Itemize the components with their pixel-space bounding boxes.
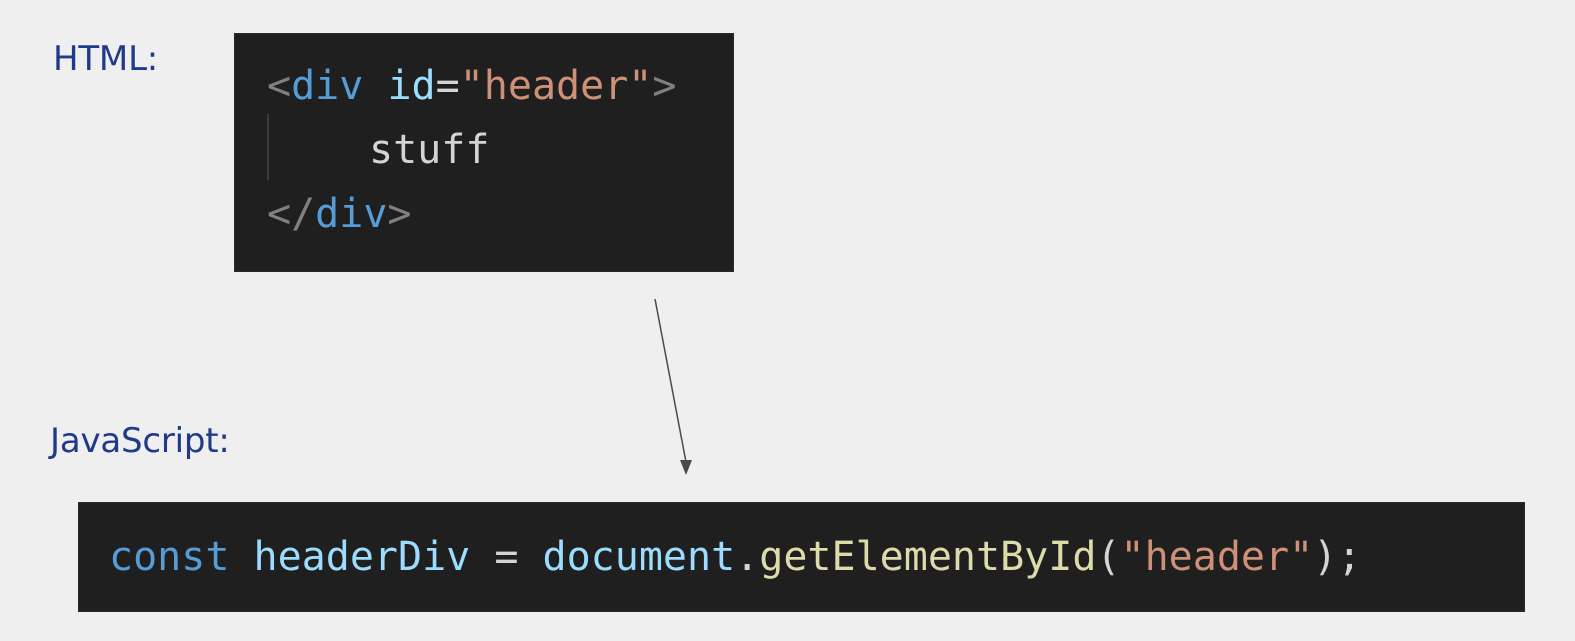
code-line-2-partial — [109, 577, 474, 641]
assign-operator: = — [470, 534, 543, 580]
html-code-block: <div id="header"> stuff </div> — [234, 33, 734, 272]
close-angle: > — [387, 191, 412, 237]
paren-close-semicolon: ); — [1313, 534, 1362, 580]
variable-name: headerDiv — [253, 534, 471, 580]
dot: . — [735, 534, 760, 580]
method-name: getElementById — [759, 534, 1097, 580]
open-angle: < — [267, 63, 292, 109]
close-angle: > — [652, 63, 677, 109]
indent-guide — [267, 114, 269, 180]
equals-sign: = — [435, 63, 460, 109]
open-angle: </ — [267, 191, 316, 237]
code-line-1: <div id="header"> — [267, 54, 676, 118]
html-label: HTML: — [53, 39, 159, 79]
inner-text: stuff — [369, 127, 490, 173]
javascript-label: JavaScript: — [50, 421, 230, 461]
arrow-line — [654, 298, 687, 463]
tag-name: div — [315, 191, 388, 237]
arrowhead-icon — [680, 460, 692, 475]
js-code-block: const headerDiv = document.getElementByI… — [78, 502, 1525, 612]
attribute-value: "header" — [459, 63, 653, 109]
tag-name: div — [291, 63, 364, 109]
string-argument: "header" — [1120, 534, 1314, 580]
code-line-3: </div> — [267, 182, 412, 246]
code-line-2: stuff — [369, 118, 489, 182]
attribute-name: id — [387, 63, 436, 109]
paren-open: ( — [1096, 534, 1121, 580]
object-name: document — [542, 534, 736, 580]
keyword: const — [109, 534, 230, 580]
